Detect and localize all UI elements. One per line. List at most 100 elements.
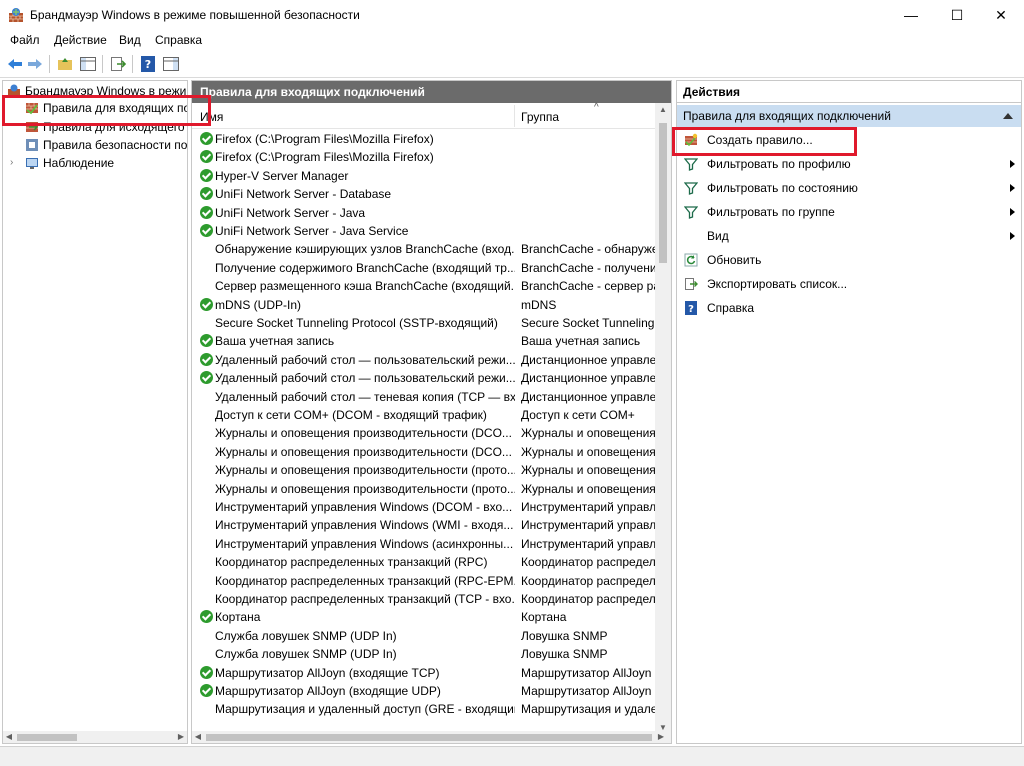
table-row[interactable]: Сервер размещенного кэша BranchCache (вх…: [192, 277, 655, 295]
close-button[interactable]: ✕: [978, 0, 1024, 30]
rule-name: Firefox (C:\Program Files\Mozilla Firefo…: [215, 150, 434, 165]
enabled-check-icon: [200, 665, 213, 679]
table-row[interactable]: Журналы и оповещения производительности …: [192, 424, 655, 442]
enabled-check-icon: [200, 610, 213, 624]
scrollbar-thumb[interactable]: [206, 734, 652, 741]
maximize-button[interactable]: ☐: [934, 0, 980, 30]
inbound-rules-icon: [26, 103, 38, 115]
action-label: Экспортировать список...: [707, 277, 848, 291]
rules-list-pane: Правила для входящих подключений Имя Гру…: [191, 80, 672, 744]
table-row[interactable]: Ваша учетная запись Ваша учетная запись: [192, 332, 655, 350]
forward-icon[interactable]: [26, 55, 44, 73]
column-header-name[interactable]: Имя: [200, 110, 223, 124]
table-row[interactable]: Обнаружение кэширующих узлов BranchCache…: [192, 240, 655, 258]
action-item[interactable]: Вид: [677, 225, 1021, 247]
horizontal-scrollbar[interactable]: ◀ ▶: [192, 731, 671, 743]
rule-group: Координатор распределен: [521, 592, 655, 606]
column-divider[interactable]: [514, 105, 515, 127]
scroll-right-icon[interactable]: ▶: [655, 731, 667, 743]
action-item[interactable]: Фильтровать по состоянию: [677, 177, 1021, 199]
up-folder-icon[interactable]: [56, 55, 74, 73]
rule-group: Маршрутизация и удален: [521, 702, 655, 717]
table-row[interactable]: Hyper-V Server Manager: [192, 167, 655, 185]
menu-help[interactable]: Справка: [155, 33, 202, 47]
table-row[interactable]: Удаленный рабочий стол — пользовательски…: [192, 369, 655, 387]
toolbar-separator: [132, 55, 133, 73]
table-row[interactable]: Инструментарий управления Windows (WMI -…: [192, 516, 655, 534]
action-label: Фильтровать по профилю: [707, 157, 851, 171]
table-row[interactable]: Служба ловушек SNMP (UDP In) Ловушка SNMP: [192, 627, 655, 645]
table-row[interactable]: Firefox (C:\Program Files\Mozilla Firefo…: [192, 130, 655, 148]
help-icon: ?: [685, 301, 697, 315]
rule-name: Обнаружение кэширующих узлов BranchCache…: [215, 242, 515, 257]
sort-ascending-icon: ^: [594, 102, 599, 113]
table-row[interactable]: UniFi Network Server - Java Service: [192, 222, 655, 240]
refresh-icon: [684, 253, 698, 267]
menu-view[interactable]: Вид: [119, 33, 141, 47]
table-row[interactable]: Получение содержимого BranchCache (входя…: [192, 259, 655, 277]
table-row[interactable]: Кортана Кортана: [192, 608, 655, 626]
rule-name: Служба ловушек SNMP (UDP In): [215, 647, 397, 662]
table-row[interactable]: Удаленный рабочий стол — пользовательски…: [192, 351, 655, 369]
window-title: Брандмауэр Windows в режиме повышенной б…: [30, 8, 360, 22]
filter-icon: [684, 182, 698, 195]
scroll-left-icon[interactable]: ◀: [192, 731, 204, 743]
action-label: Фильтровать по группе: [707, 205, 835, 219]
table-row[interactable]: Маршрутизатор AllJoyn (входящие UDP) Марш…: [192, 682, 655, 700]
table-row[interactable]: Доступ к сети COM+ (DCOM - входящий траф…: [192, 406, 655, 424]
table-row[interactable]: UniFi Network Server - Database: [192, 185, 655, 203]
rule-group: Журналы и оповещения п: [521, 426, 655, 441]
table-row[interactable]: Маршрутизатор AllJoyn (входящие TCP) Марш…: [192, 664, 655, 682]
rule-name: Доступ к сети COM+ (DCOM - входящий траф…: [215, 408, 487, 422]
table-row[interactable]: Журналы и оповещения производительности …: [192, 480, 655, 498]
rule-group: Ваша учетная запись: [521, 334, 641, 349]
scrollbar-thumb[interactable]: [659, 123, 667, 263]
action-item[interactable]: Фильтровать по группе: [677, 201, 1021, 223]
show-tree-icon[interactable]: [79, 55, 97, 73]
scroll-up-icon[interactable]: ▲: [655, 103, 671, 117]
scrollbar-thumb[interactable]: [17, 734, 77, 741]
table-row[interactable]: Инструментарий управления Windows (асинх…: [192, 535, 655, 553]
maximize-icon: ☐: [950, 6, 964, 23]
scroll-right-icon[interactable]: ▶: [175, 731, 187, 743]
action-item[interactable]: ? Справка: [677, 297, 1021, 319]
action-item[interactable]: Экспортировать список...: [677, 273, 1021, 295]
rule-name: mDNS (UDP-In): [215, 297, 301, 312]
table-row[interactable]: Firefox (C:\Program Files\Mozilla Firefo…: [192, 148, 655, 166]
rule-name: Инструментарий управления Windows (WMI -…: [215, 518, 514, 533]
rule-name: Журналы и оповещения производительности …: [215, 463, 515, 478]
table-row[interactable]: Координатор распределенных транзакций (R…: [192, 572, 655, 590]
table-row[interactable]: mDNS (UDP-In) mDNS: [192, 296, 655, 314]
scroll-left-icon[interactable]: ◀: [3, 731, 15, 743]
menu-file[interactable]: Файл: [10, 33, 40, 47]
table-row[interactable]: Маршрутизация и удаленный доступ (GRE - …: [192, 700, 655, 718]
table-row[interactable]: Secure Socket Tunneling Protocol (SSTP-в…: [192, 314, 655, 332]
table-row[interactable]: Координатор распределенных транзакций (R…: [192, 553, 655, 571]
rule-name: Журналы и оповещения производительности …: [215, 426, 512, 441]
rule-name: Кортана: [215, 610, 261, 625]
actions-section-header[interactable]: Правила для входящих подключений: [677, 105, 1021, 127]
table-row[interactable]: Служба ловушек SNMP (UDP In) Ловушка SNMP: [192, 645, 655, 663]
table-row[interactable]: Журналы и оповещения производительности …: [192, 461, 655, 479]
back-icon[interactable]: [6, 55, 24, 73]
help-icon[interactable]: ?: [139, 55, 157, 73]
table-row[interactable]: Удаленный рабочий стол — теневая копия (…: [192, 388, 655, 406]
table-row[interactable]: UniFi Network Server - Java: [192, 204, 655, 222]
table-row[interactable]: Журналы и оповещения производительности …: [192, 443, 655, 461]
expand-chevron-icon[interactable]: ›: [10, 154, 13, 172]
minimize-button[interactable]: —: [888, 0, 934, 30]
column-header-group[interactable]: Группа: [521, 110, 559, 124]
horizontal-scrollbar[interactable]: ◀ ▶: [3, 731, 187, 743]
collapse-triangle-icon[interactable]: [1003, 113, 1013, 119]
action-item[interactable]: Фильтровать по профилю: [677, 153, 1021, 175]
action-item[interactable]: Обновить: [677, 249, 1021, 271]
table-row[interactable]: Инструментарий управления Windows (DCOM …: [192, 498, 655, 516]
menu-action[interactable]: Действие: [54, 33, 107, 47]
export-list-icon[interactable]: [109, 55, 127, 73]
actions-pane: Действия Правила для входящих подключени…: [676, 80, 1022, 744]
table-row[interactable]: Координатор распределенных транзакций (T…: [192, 590, 655, 608]
vertical-scrollbar[interactable]: ▲ ▼: [655, 103, 671, 735]
show-actions-pane-icon[interactable]: [162, 55, 180, 73]
action-label: Фильтровать по состоянию: [707, 181, 858, 195]
action-item[interactable]: Создать правило...: [677, 129, 1021, 151]
